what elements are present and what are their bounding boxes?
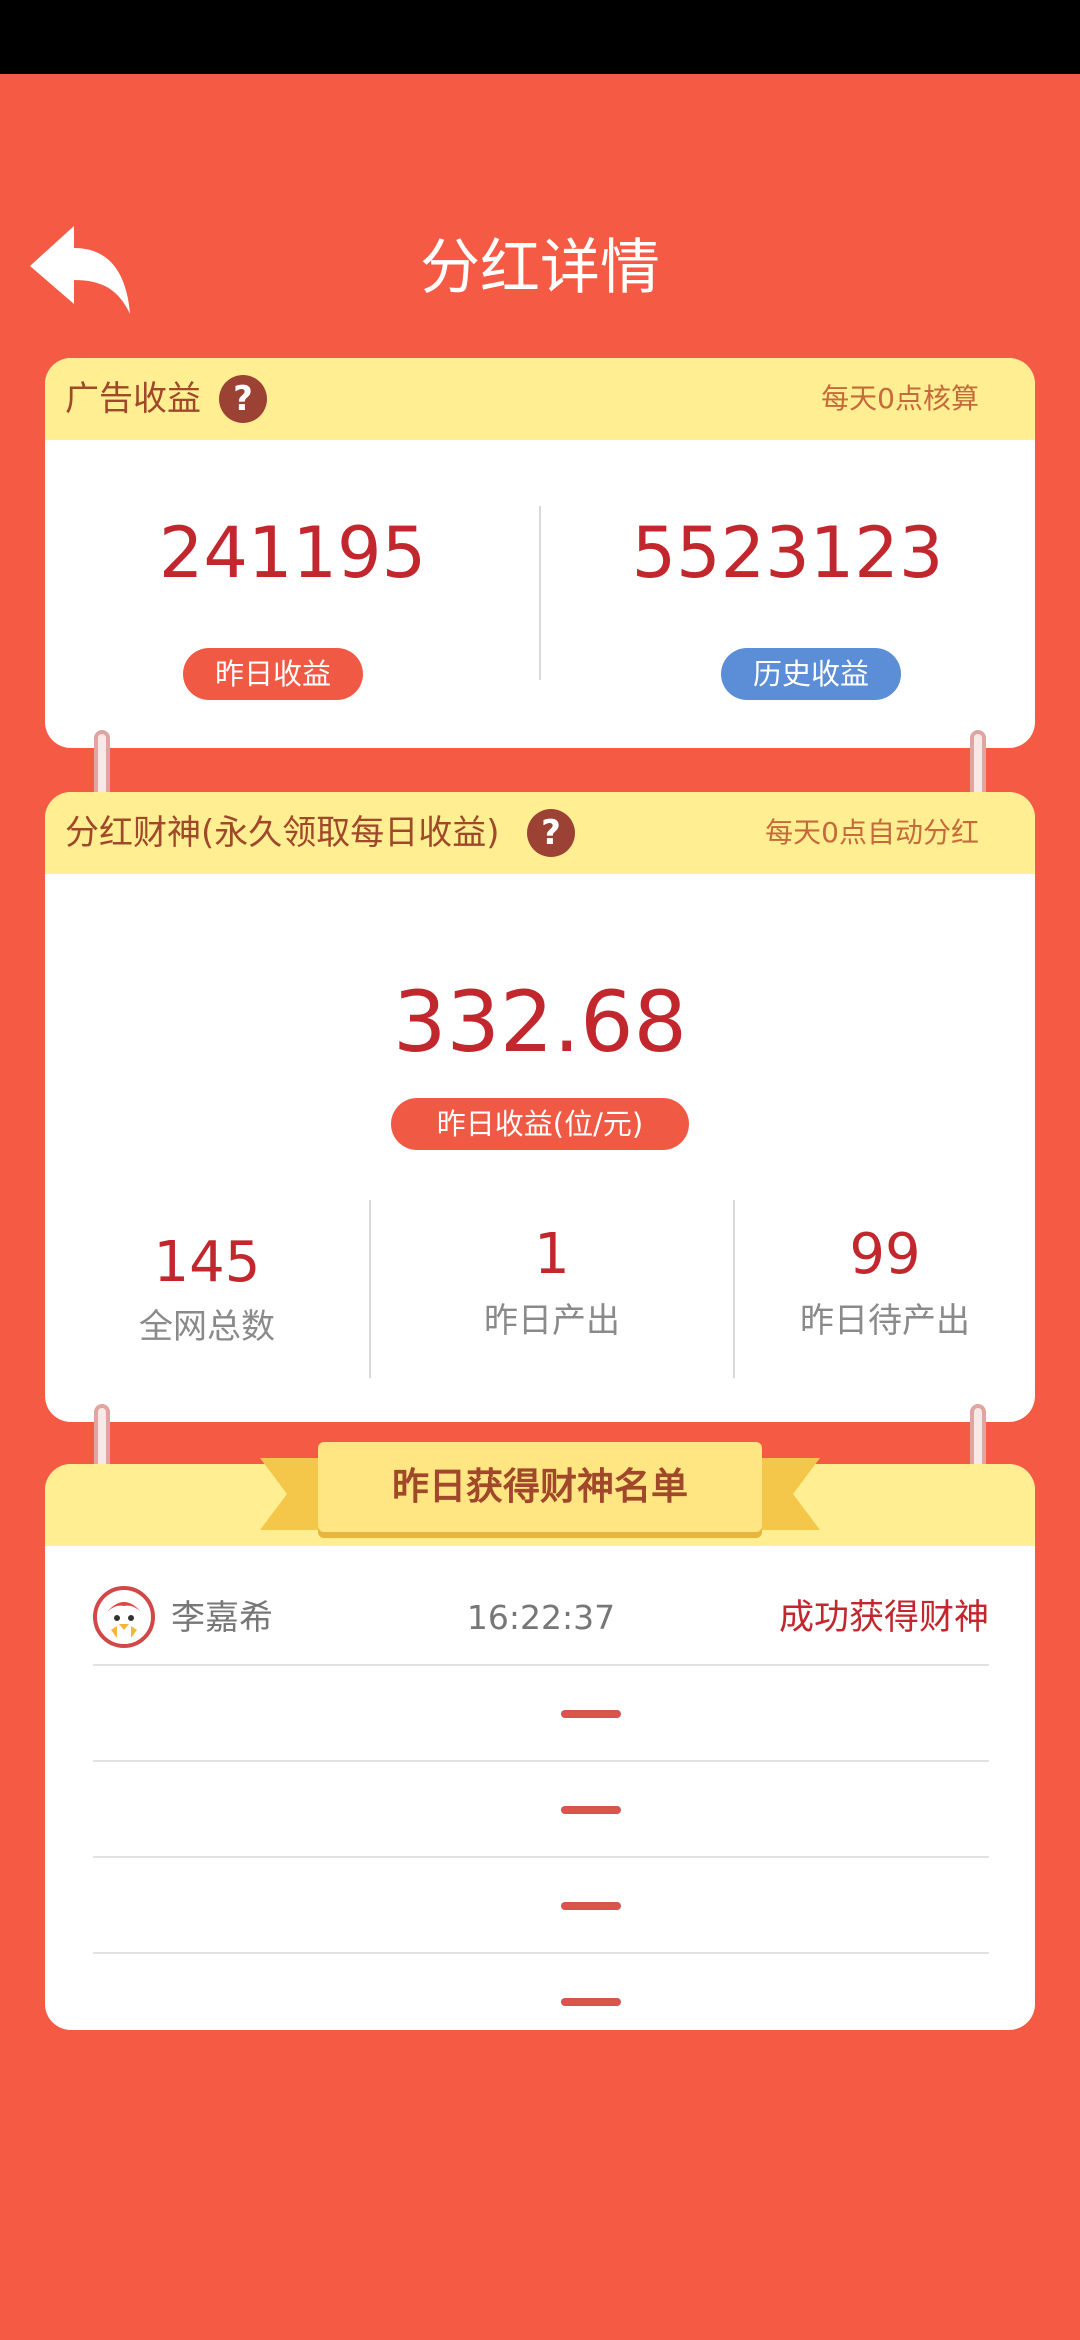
dividend-card: 分红财神(永久领取每日收益) ? 每天0点自动分红 332.68 昨日收益(位/…	[45, 792, 1035, 1422]
help-icon[interactable]: ?	[527, 809, 575, 857]
list-item[interactable]: 李嘉希 16:22:37 成功获得财神	[93, 1570, 989, 1666]
yesterday-revenue-pill[interactable]: 昨日收益	[183, 648, 363, 700]
list-item-placeholder	[93, 1666, 989, 1762]
stat-total-value: 145	[153, 1230, 261, 1295]
winner-status: 成功获得财神	[778, 1598, 989, 1638]
ribbon-title: 昨日获得财神名单	[318, 1442, 762, 1532]
empty-dash	[561, 1806, 621, 1814]
ad-revenue-title: 广告收益	[65, 379, 201, 419]
help-icon[interactable]: ?	[219, 375, 267, 423]
status-bar	[0, 0, 1080, 74]
list-item-placeholder	[93, 1762, 989, 1858]
dividend-main-value: 332.68	[393, 973, 687, 1071]
yesterday-revenue-value: 241195	[158, 512, 427, 594]
history-revenue-value: 5523123	[631, 512, 944, 594]
dividend-note: 每天0点自动分红	[765, 816, 979, 849]
ad-revenue-header: 广告收益 ? 每天0点核算	[45, 358, 1035, 440]
stat-pending-label: 昨日待产出	[800, 1301, 970, 1341]
empty-dash	[561, 1710, 621, 1718]
stat-output-label: 昨日产出	[484, 1301, 620, 1341]
ad-revenue-card: 广告收益 ? 每天0点核算 241195 5523123 昨日收益 历史收益	[45, 358, 1035, 748]
stat-total-label: 全网总数	[139, 1307, 275, 1347]
history-revenue-pill[interactable]: 历史收益	[721, 648, 901, 700]
list-item-placeholder	[93, 1954, 989, 2030]
stat-pending-value: 99	[849, 1222, 921, 1287]
stat-output-value: 1	[534, 1222, 570, 1287]
list-item-placeholder	[93, 1858, 989, 1954]
page-title: 分红详情	[420, 233, 660, 303]
dividend-header: 分红财神(永久领取每日收益) ? 每天0点自动分红	[45, 792, 1035, 874]
empty-dash	[561, 1902, 621, 1910]
ad-revenue-note: 每天0点核算	[821, 382, 979, 415]
ribbon-banner: 昨日获得财神名单	[260, 1436, 820, 1556]
dividend-title: 分红财神(永久领取每日收益)	[65, 813, 500, 853]
dividend-main-label: 昨日收益(位/元)	[391, 1098, 689, 1150]
empty-dash	[561, 1998, 621, 2006]
